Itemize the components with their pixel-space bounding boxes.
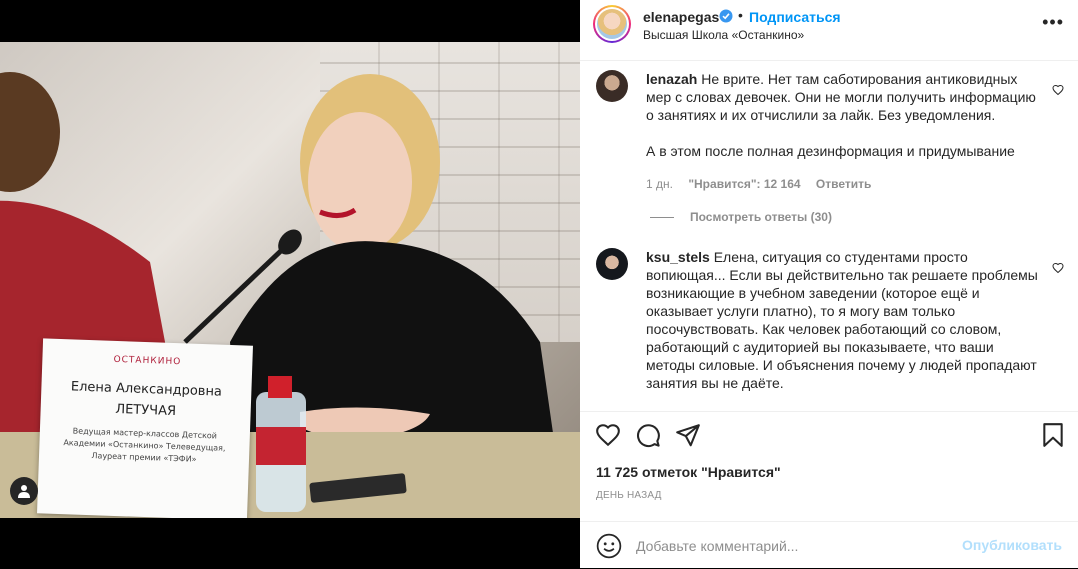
author-avatar-image [597, 9, 627, 39]
bottle-cap [268, 376, 292, 398]
comment-like-heart-icon[interactable] [1052, 84, 1064, 96]
post-media: ОСТАНКИНО Елена Александровна ЛЕТУЧАЯ Ве… [0, 0, 580, 568]
comment-like-count[interactable]: "Нравится": 12 164 [688, 177, 800, 191]
comment-time[interactable]: 1 дн. [646, 177, 673, 191]
namecard-brand: ОСТАНКИНО [113, 354, 182, 368]
comment-text: Не врите. Нет там саботирования антикови… [646, 71, 1036, 123]
likes-count[interactable]: 11 725 отметок "Нравится" [596, 464, 781, 480]
emoji-smiley-icon[interactable] [596, 533, 622, 559]
reply-button[interactable]: Ответить [816, 177, 871, 191]
post-photo[interactable]: ОСТАНКИНО Елена Александровна ЛЕТУЧАЯ Ве… [0, 42, 580, 518]
comment-input[interactable] [636, 536, 936, 556]
bottle-label [256, 427, 306, 465]
tagged-users-button[interactable] [10, 477, 38, 505]
post-date[interactable]: ДЕНЬ НАЗАД [596, 490, 662, 501]
commenter-avatar[interactable] [596, 70, 628, 102]
namecard-description: Ведущая мастер-классов Детской Академии … [63, 426, 226, 464]
namecard-name: Елена Александровна [70, 379, 223, 400]
man-hair [0, 72, 60, 192]
commenter-username[interactable]: lenazah [646, 71, 697, 87]
comment-text: Елена, ситуация со студентами просто воп… [646, 249, 1038, 391]
post-actions: 11 725 отметок "Нравится" ДЕНЬ НАЗАД [580, 411, 1078, 522]
author-avatar[interactable] [593, 5, 631, 43]
comment-body: ksu_stels Елена, ситуация со студентами … [646, 248, 1046, 392]
post-sidebar: elenapegas • Подписаться Высшая Школа «О… [580, 0, 1078, 568]
save-bookmark-icon[interactable] [1040, 422, 1066, 448]
replies-divider-line [650, 217, 674, 219]
person-icon [18, 485, 30, 498]
post-location[interactable]: Высшая Школа «Останкино» [643, 28, 804, 42]
comment-meta: 1 дн. "Нравится": 12 164 Ответить [646, 177, 883, 191]
view-replies-button[interactable]: Посмотреть ответы (30) [650, 210, 832, 224]
follow-button[interactable]: Подписаться [749, 9, 841, 25]
comment-composer: Опубликовать [580, 521, 1078, 569]
commenter-username[interactable]: ksu_stels [646, 249, 710, 265]
post-header: elenapegas • Подписаться Высшая Школа «О… [580, 0, 1078, 61]
comment-bubble-icon[interactable] [635, 422, 661, 448]
header-separator: • [738, 7, 743, 23]
name-card: ОСТАНКИНО Елена Александровна ЛЕТУЧАЯ Ве… [37, 338, 253, 518]
publish-button[interactable]: Опубликовать [962, 537, 1062, 553]
comment-text-continued: А в этом после полная дезинформация и пр… [646, 143, 1015, 159]
author-username[interactable]: elenapegas [643, 9, 719, 25]
view-replies-label: Посмотреть ответы (30) [690, 210, 832, 224]
comments-list[interactable]: lenazah Не врите. Нет там саботирования … [580, 61, 1078, 411]
share-paper-plane-icon[interactable] [675, 422, 701, 448]
comment-body: lenazah Не врите. Нет там саботирования … [646, 70, 1046, 160]
like-heart-icon[interactable] [595, 422, 621, 448]
woman-face [308, 112, 412, 252]
more-options-icon[interactable]: ••• [1042, 12, 1064, 33]
comment-like-heart-icon[interactable] [1052, 262, 1064, 274]
namecard-surname: ЛЕТУЧАЯ [115, 401, 177, 420]
verified-badge-icon [719, 9, 733, 23]
commenter-avatar[interactable] [596, 248, 628, 280]
